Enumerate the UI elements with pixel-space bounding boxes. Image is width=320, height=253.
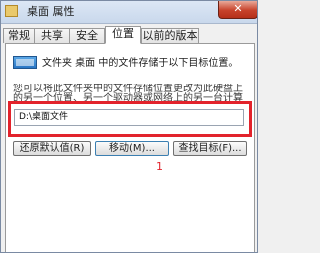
tab-previous-versions[interactable]: 以前的版本 [141, 28, 199, 43]
title-bar[interactable]: 桌面 属性 ✕ [1, 1, 257, 24]
move-button[interactable]: 移动(M)... [95, 141, 169, 156]
annotation-marker: 1 [156, 160, 163, 173]
tab-location[interactable]: 位置 [105, 26, 141, 44]
close-button[interactable]: ✕ [218, 1, 257, 19]
folder-icon [5, 5, 18, 17]
tab-sharing[interactable]: 共享 [34, 28, 70, 43]
path-input[interactable]: D:\桌面文件 [14, 109, 244, 126]
tab-general[interactable]: 常规 [3, 28, 35, 43]
location-description: 文件夹 桌面 中的文件存储于以下目标位置。 [42, 58, 239, 69]
window-title: 桌面 属性 [27, 5, 75, 18]
folder-icon [13, 56, 37, 69]
restore-default-button[interactable]: 还原默认值(R) [13, 141, 91, 156]
tab-strip: 常规 共享 安全 位置 以前的版本 [1, 26, 257, 44]
location-panel: 文件夹 桌面 中的文件存储于以下目标位置。 您可以将此文件夹中的文件存储位置更改… [5, 43, 255, 252]
properties-window: 桌面 属性 ✕ 常规 共享 安全 位置 以前的版本 文件夹 桌面 中的文件存储于… [0, 0, 258, 253]
find-target-button[interactable]: 查找目标(F)... [173, 141, 247, 156]
tab-security[interactable]: 安全 [69, 28, 105, 43]
